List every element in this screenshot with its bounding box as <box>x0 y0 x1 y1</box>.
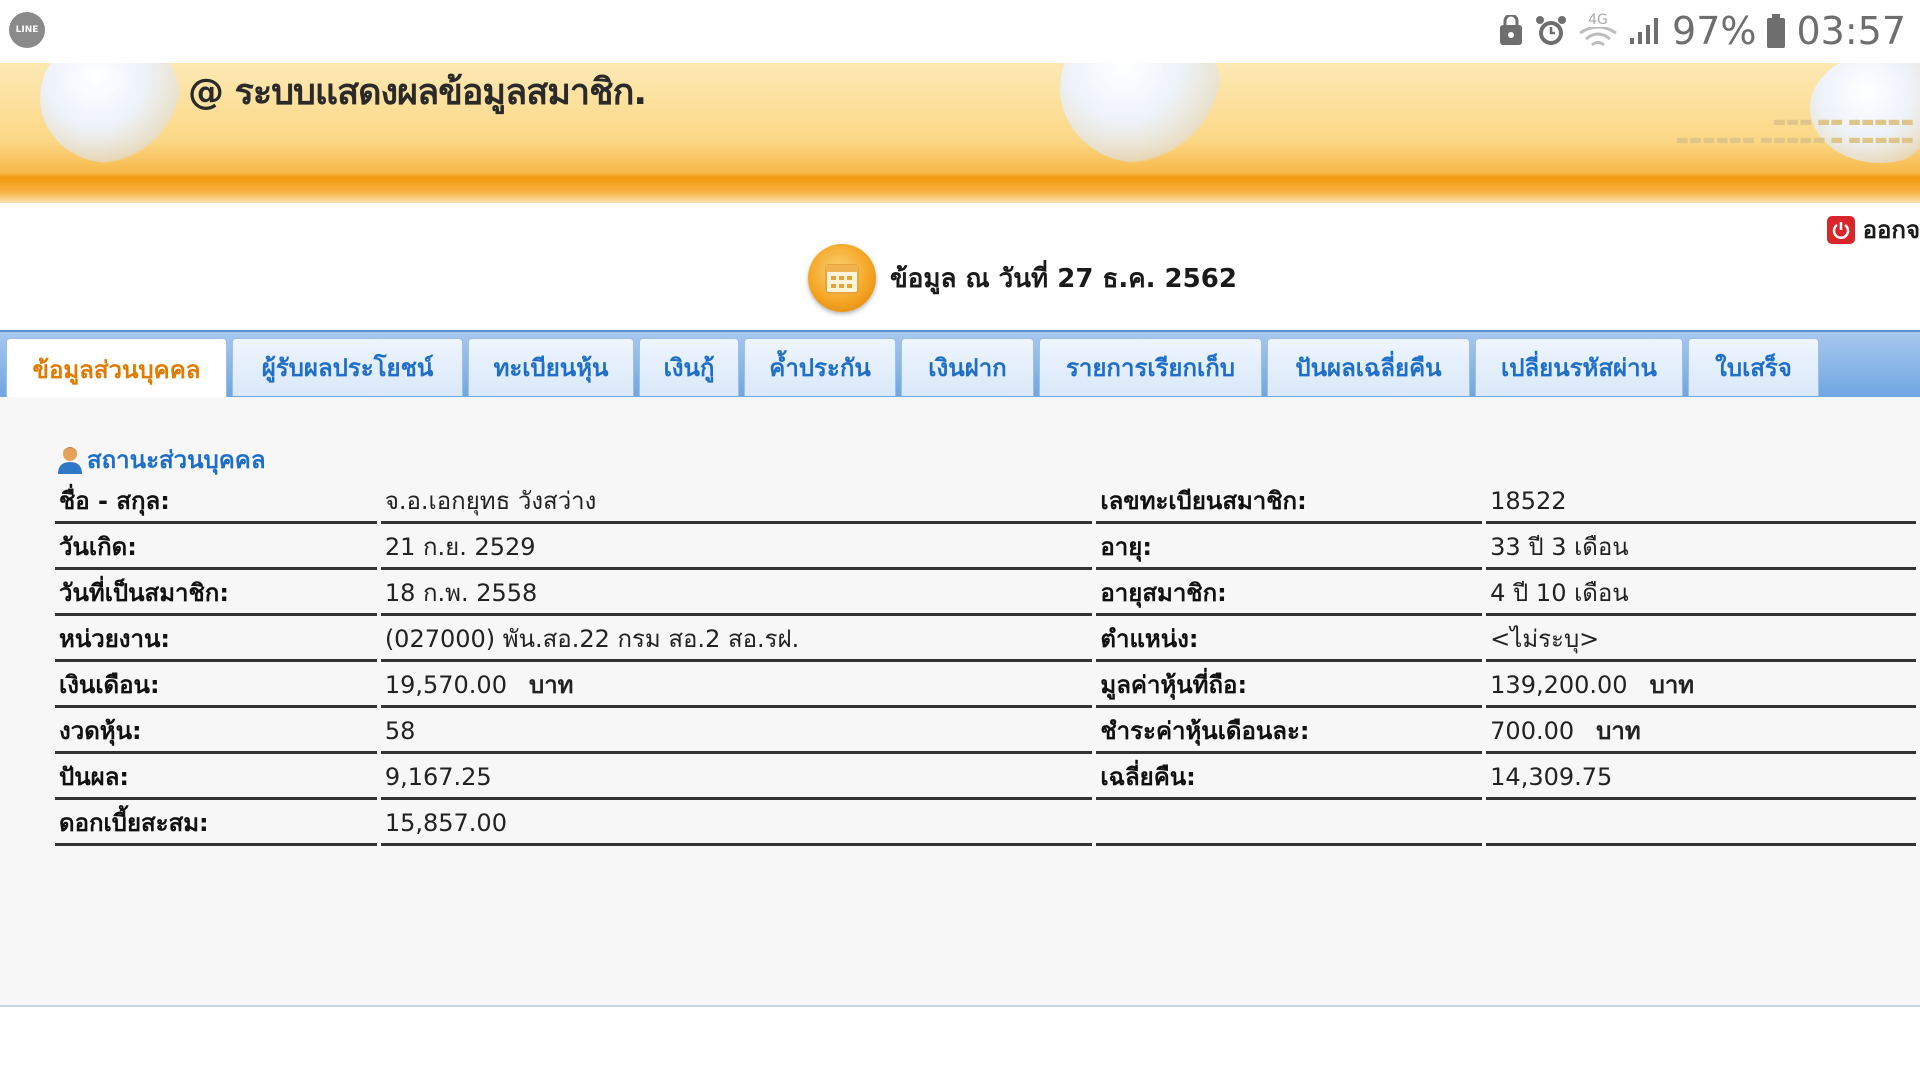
field-value: 14,309.75 <box>1486 754 1916 800</box>
tab-personal-info[interactable]: ข้อมูลส่วนบุคคล <box>6 338 227 399</box>
field-value: 4 ปี 10 เดือน <box>1486 570 1916 616</box>
field-label: งวดหุ้น: <box>55 708 377 754</box>
tab-dividends[interactable]: ปันผลเฉลี่ยคืน <box>1267 338 1470 396</box>
field-value: <ไม่ระบุ> <box>1486 616 1916 662</box>
field-value: 21 ก.ย. 2529 <box>380 524 1093 570</box>
power-icon <box>1826 215 1855 244</box>
person-icon <box>57 445 83 475</box>
value-text: (027000) พัน.สอ.22 กรม สอ.2 สอ.รฝ. <box>384 625 800 653</box>
site-banner: @ ระบบแสดงผลข้อมูลสมาชิก. ▬▬▬ ▬▬ ▬▬▬▬▬ ▬▬… <box>0 63 1920 203</box>
field-label: ปันผล: <box>55 754 377 800</box>
line-app-icon: LINE <box>9 12 45 48</box>
data-date-line: ข้อมูล ณ วันที่ 27 ธ.ค. 2562 <box>808 244 1237 312</box>
field-label: ชำระค่าหุ้นเดือนละ: <box>1096 708 1483 754</box>
content-bottom-divider <box>0 1005 1920 1007</box>
signal-icon <box>1628 16 1662 46</box>
field-label: อายุ: <box>1096 524 1483 570</box>
table-row: วันเกิด: 21 ก.ย. 2529 อายุ: 33 ปี 3 เดือ… <box>55 524 1916 570</box>
wifi-4g-icon: 4G <box>1578 13 1618 49</box>
value-text: 18522 <box>1490 486 1567 515</box>
value-text: 700.00 <box>1490 717 1575 745</box>
field-label: เฉลี่ยคืน: <box>1096 754 1483 800</box>
value-text: 58 <box>384 716 416 745</box>
banner-title: @ ระบบแสดงผลข้อมูลสมาชิก. <box>188 72 647 113</box>
battery-percent: 97% <box>1672 9 1757 53</box>
field-label: อายุสมาชิก: <box>1096 570 1483 616</box>
tab-receipts[interactable]: ใบเสร็จ <box>1688 338 1819 396</box>
status-icons: 4G 97% 03:57 <box>1498 8 1906 54</box>
banner-watermark: ▬▬▬ ▬▬ ▬▬▬▬▬ ▬▬▬▬▬▬ ▬▬▬▬▬ ▬ ▬▬▬▬▬ <box>1675 114 1914 148</box>
tab-share-register[interactable]: ทะเบียนหุ้น <box>468 338 634 396</box>
field-label: วันเกิด: <box>55 524 377 570</box>
tab-bar: ข้อมูลส่วนบุคคล ผู้รับผลประโยชน์ ทะเบียน… <box>0 330 1920 399</box>
banner-bubble <box>1060 63 1220 163</box>
value-text: 4 ปี 10 เดือน <box>1490 579 1629 607</box>
table-row: งวดหุ้น: 58 ชำระค่าหุ้นเดือนละ: 700.00 บา… <box>55 708 1916 754</box>
table-row: เงินเดือน: 19,570.00 บาท มูลค่าหุ้นที่ถือ… <box>55 662 1916 708</box>
field-label: ตำแหน่ง: <box>1096 616 1483 662</box>
table-row: ชื่อ - สกุล: จ.อ.เอกยุทธ วังสว่าง เลขทะเ… <box>55 478 1916 524</box>
field-label: ดอกเบี้ยสะสม: <box>55 800 377 846</box>
field-value: (027000) พัน.สอ.22 กรม สอ.2 สอ.รฝ. <box>380 616 1093 662</box>
table-row: วันที่เป็นสมาชิก: 18 ก.พ. 2558 อายุสมาชิ… <box>55 570 1916 616</box>
table-row: หน่วยงาน: (027000) พัน.สอ.22 กรม สอ.2 สอ… <box>55 616 1916 662</box>
tab-loans[interactable]: เงินกู้ <box>639 338 739 396</box>
field-label: เงินเดือน: <box>55 662 377 708</box>
field-label: ชื่อ - สกุล: <box>55 478 377 524</box>
field-value: 58 <box>380 708 1093 754</box>
field-value: 19,570.00 บาท <box>380 662 1093 708</box>
alarm-icon <box>1534 14 1568 48</box>
member-info-table: ชื่อ - สกุล: จ.อ.เอกยุทธ วังสว่าง เลขทะเ… <box>51 478 1920 846</box>
value-text: จ.อ.เอกยุทธ วังสว่าง <box>384 487 597 515</box>
field-label: วันที่เป็นสมาชิก: <box>55 570 377 616</box>
tab-beneficiaries[interactable]: ผู้รับผลประโยชน์ <box>232 338 463 396</box>
value-text: 15,857.00 <box>384 808 507 837</box>
screenshot-lock-icon <box>1498 15 1524 47</box>
field-value: 33 ปี 3 เดือน <box>1486 524 1916 570</box>
tab-guarantees[interactable]: ค้ำประกัน <box>744 338 896 396</box>
field-value: 9,167.25 <box>380 754 1093 800</box>
value-text: 21 ก.ย. 2529 <box>384 533 536 561</box>
field-value: 700.00 บาท <box>1486 708 1916 754</box>
unit-label: บาท <box>1596 717 1641 745</box>
value-text: 33 ปี 3 เดือน <box>1490 533 1629 561</box>
field-label <box>1096 800 1483 846</box>
unit-label: บาท <box>528 671 574 699</box>
field-label: หน่วยงาน: <box>55 616 377 662</box>
status-bar: LINE 4G 97% 03:57 <box>0 0 1920 63</box>
tab-change-password[interactable]: เปลี่ยนรหัสผ่าน <box>1475 338 1683 396</box>
field-value: จ.อ.เอกยุทธ วังสว่าง <box>380 478 1093 524</box>
battery-icon <box>1766 14 1786 48</box>
section-title-label: สถานะส่วนบุคคล <box>87 446 266 474</box>
table-row: ดอกเบี้ยสะสม: 15,857.00 <box>55 800 1916 846</box>
value-text: 18 ก.พ. 2558 <box>384 579 538 607</box>
value-text: 14,309.75 <box>1490 762 1613 791</box>
field-value: 18522 <box>1486 478 1916 524</box>
network-label: 4G <box>1588 12 1608 28</box>
clock-time: 03:57 <box>1796 9 1906 53</box>
field-label: เลขทะเบียนสมาชิก: <box>1096 478 1483 524</box>
calendar-icon <box>808 244 876 312</box>
field-value: 18 ก.พ. 2558 <box>380 570 1093 616</box>
value-text: 19,570.00 <box>384 671 507 699</box>
tab-collections[interactable]: รายการเรียกเก็บ <box>1039 338 1262 396</box>
field-value: 139,200.00 บาท <box>1486 662 1916 708</box>
tab-deposits[interactable]: เงินฝาก <box>901 338 1034 396</box>
field-value: 15,857.00 <box>380 800 1093 846</box>
value-text: 9,167.25 <box>384 762 492 791</box>
table-row: ปันผล: 9,167.25 เฉลี่ยคืน: 14,309.75 <box>55 754 1916 800</box>
logout-label: ออกจ <box>1862 216 1920 244</box>
logout-button[interactable]: ออกจ <box>1826 210 1920 249</box>
unit-label: บาท <box>1649 671 1695 699</box>
data-date-text: ข้อมูล ณ วันที่ 27 ธ.ค. 2562 <box>890 263 1237 294</box>
value-text: 139,200.00 <box>1490 671 1628 699</box>
field-value <box>1486 800 1916 846</box>
value-text: <ไม่ระบุ> <box>1490 625 1600 653</box>
section-title: สถานะส่วนบุคคล <box>57 440 266 479</box>
field-label: มูลค่าหุ้นที่ถือ: <box>1096 662 1483 708</box>
banner-bubble <box>40 63 180 163</box>
tab-list: ข้อมูลส่วนบุคคล ผู้รับผลประโยชน์ ทะเบียน… <box>6 338 1819 399</box>
